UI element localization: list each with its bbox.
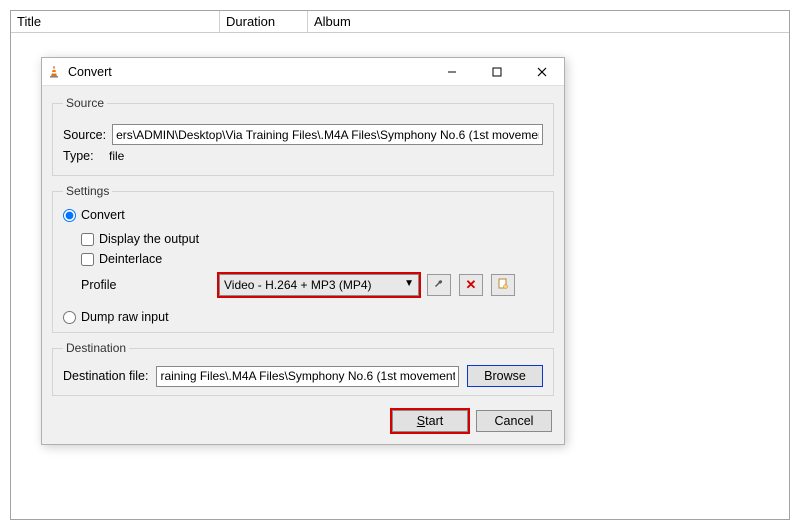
browse-label: Browse [484,369,526,383]
minimize-button[interactable] [429,58,474,86]
profile-select[interactable]: Video - H.264 + MP3 (MP4) ▼ [219,274,419,296]
deinterlace-input[interactable] [81,253,94,266]
destination-legend: Destination [63,341,129,355]
start-button[interactable]: Start [392,410,468,432]
dialog-buttons: Start Cancel [52,404,554,434]
settings-legend: Settings [63,184,112,198]
dump-radio[interactable]: Dump raw input [63,310,543,324]
destination-group: Destination Destination file: Browse [52,341,554,396]
start-label: Start [417,414,443,428]
column-duration[interactable]: Duration [220,11,308,32]
convert-dialog: Convert Source Source: Type: file [41,57,565,445]
chevron-down-icon: ▼ [404,278,414,289]
deinterlace-checkbox[interactable]: Deinterlace [81,252,543,266]
display-output-checkbox[interactable]: Display the output [81,232,543,246]
close-button[interactable] [519,58,564,86]
profile-label: Profile [81,278,211,292]
dump-radio-label: Dump raw input [81,310,169,324]
type-value: file [109,149,124,163]
column-album[interactable]: Album [308,11,789,32]
browse-button[interactable]: Browse [467,365,543,387]
convert-radio-label: Convert [81,208,125,222]
type-label: Type: [63,149,103,163]
source-legend: Source [63,96,107,110]
cancel-button[interactable]: Cancel [476,410,552,432]
column-headers: Title Duration Album [11,11,789,33]
display-output-input[interactable] [81,233,94,246]
convert-radio-input[interactable] [63,209,76,222]
dialog-title: Convert [66,65,429,79]
source-group: Source Source: Type: file [52,96,554,176]
new-doc-icon [497,278,509,293]
delete-profile-button[interactable]: ✕ [459,274,483,296]
playlist-panel: Title Duration Album Convert [10,10,790,520]
deinterlace-label: Deinterlace [99,252,162,266]
edit-profile-button[interactable] [427,274,451,296]
settings-group: Settings Convert Display the output Dein… [52,184,554,333]
vlc-cone-icon [42,65,66,79]
dump-radio-input[interactable] [63,311,76,324]
column-title[interactable]: Title [11,11,220,32]
destination-label: Destination file: [63,369,148,383]
wrench-icon [433,278,445,293]
source-input[interactable] [112,124,543,145]
display-output-label: Display the output [99,232,199,246]
source-label: Source: [63,128,106,142]
maximize-button[interactable] [474,58,519,86]
new-profile-button[interactable] [491,274,515,296]
destination-input[interactable] [156,366,459,387]
x-icon: ✕ [466,277,477,293]
titlebar[interactable]: Convert [42,58,564,86]
convert-radio[interactable]: Convert [63,208,543,222]
cancel-label: Cancel [495,414,534,428]
profile-value: Video - H.264 + MP3 (MP4) [224,278,372,292]
